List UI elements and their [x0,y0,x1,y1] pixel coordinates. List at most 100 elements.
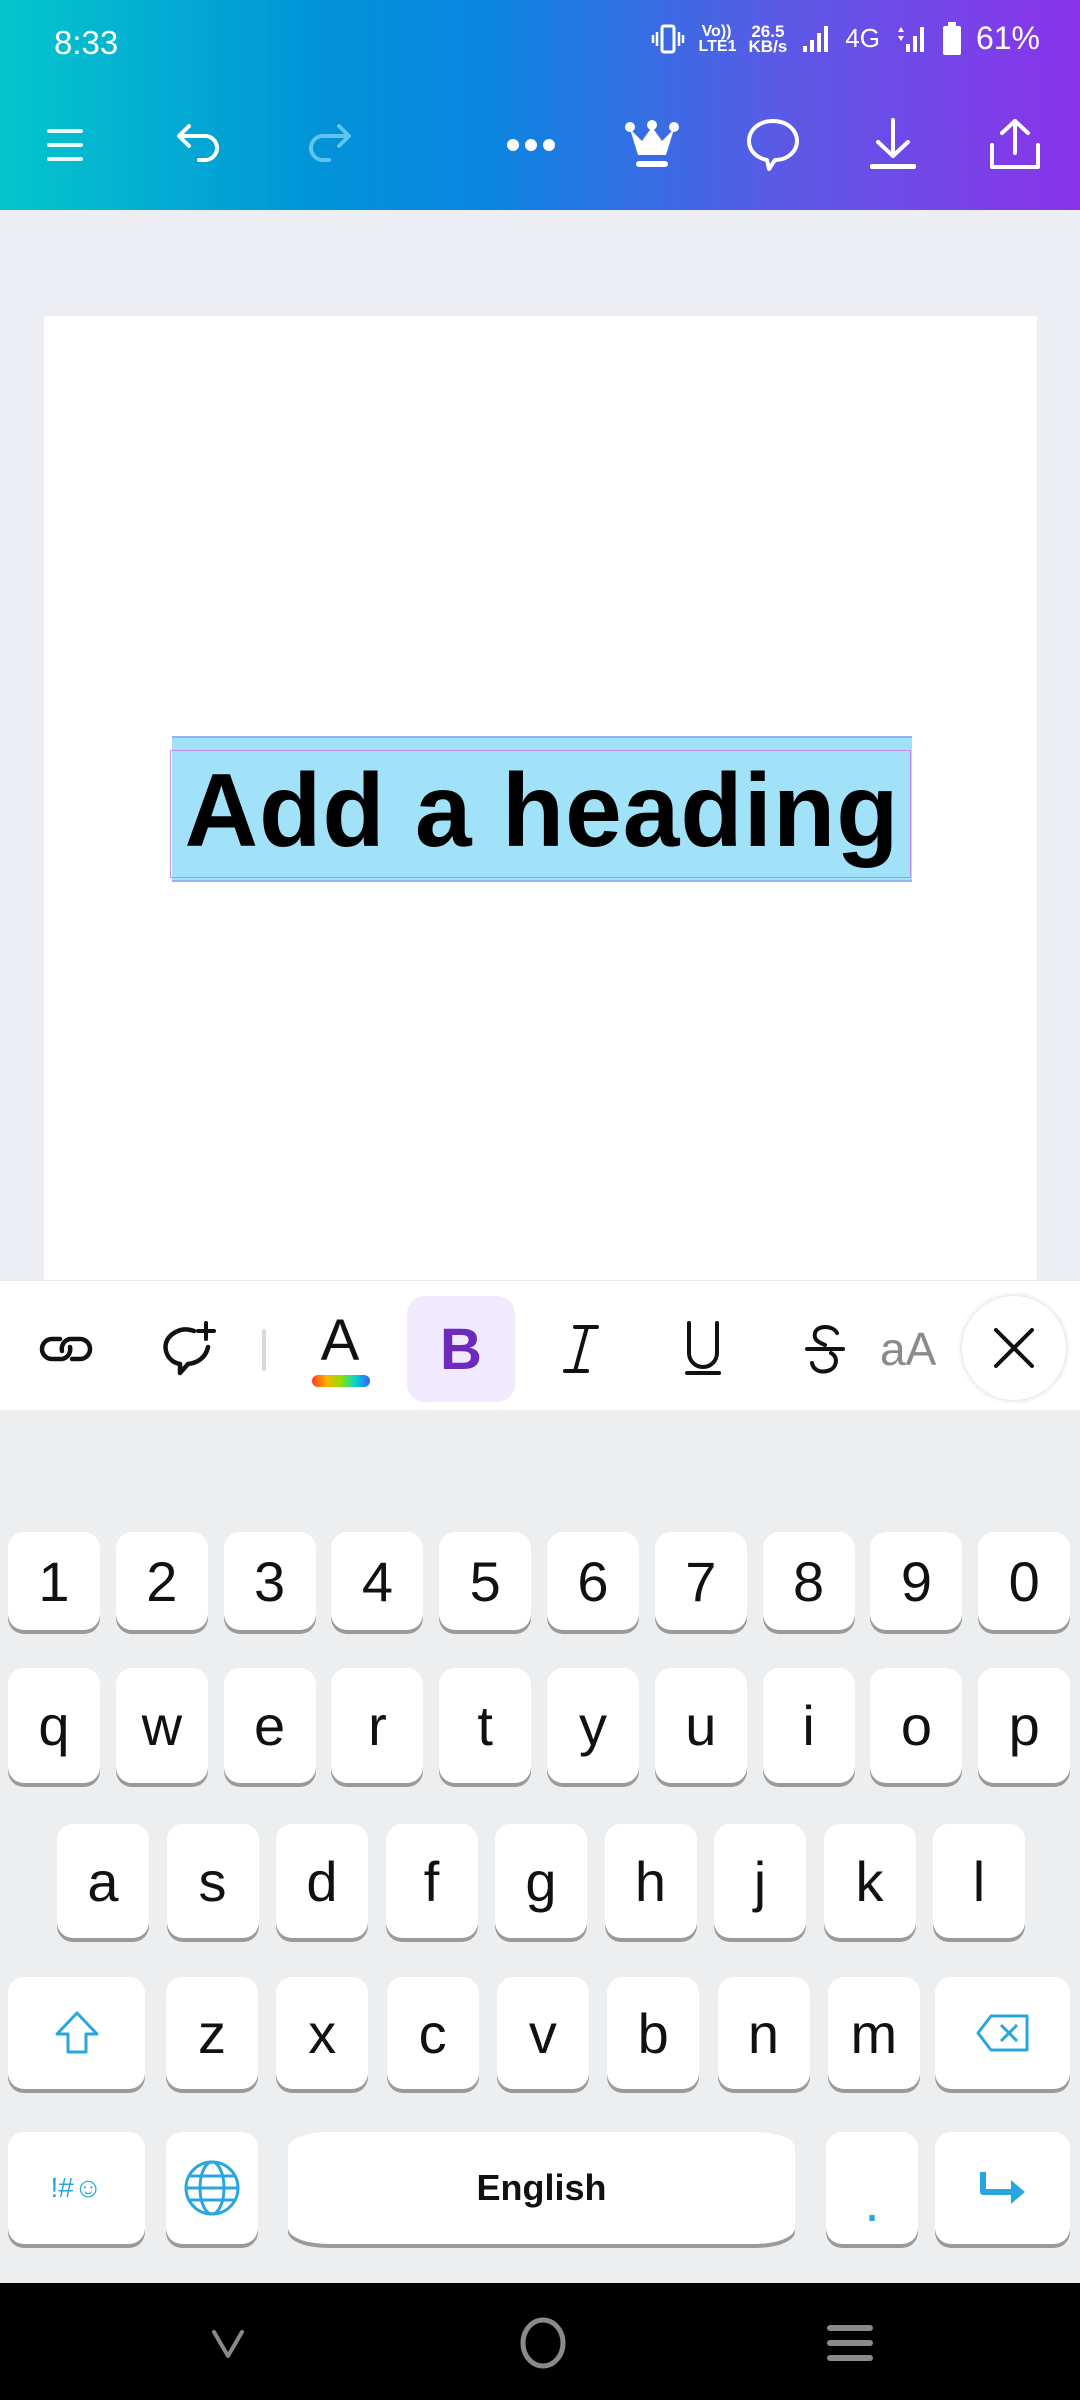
vibrate-icon [651,24,684,53]
more-button[interactable] [486,100,576,190]
text-color-button[interactable]: A [286,1296,394,1402]
system-nav-bar [0,2283,1080,2400]
strikethrough-button[interactable] [771,1296,879,1402]
key-u[interactable]: u [654,1668,747,1783]
menu-button[interactable] [20,100,110,190]
key-c[interactable]: c [386,1977,479,2089]
nav-home-button[interactable] [493,2303,593,2383]
key-p[interactable]: p [978,1668,1071,1783]
period-key[interactable]: . [826,2132,918,2244]
key-t[interactable]: t [439,1668,532,1783]
key-o[interactable]: o [870,1668,963,1783]
enter-key[interactable] [935,2132,1070,2244]
key-v[interactable]: v [496,1977,589,2089]
strikethrough-icon [805,1325,845,1374]
key-q[interactable]: q [8,1668,100,1783]
case-icon: aA [880,1323,937,1375]
color-rainbow-swatch [312,1375,370,1387]
bold-icon: B [440,1316,482,1382]
nav-back-button[interactable] [178,2303,278,2383]
link-icon [39,1336,93,1362]
key-b[interactable]: b [607,1977,700,2089]
key-g[interactable]: g [495,1824,587,1938]
close-icon [994,1328,1034,1368]
key-z[interactable]: z [166,1977,258,2089]
key-0[interactable]: 0 [978,1532,1071,1630]
key-m[interactable]: m [827,1977,920,2089]
backspace-key[interactable] [935,1977,1070,2089]
key-7[interactable]: 7 [654,1532,747,1630]
key-4[interactable]: 4 [331,1532,424,1630]
key-k[interactable]: k [823,1824,916,1938]
key-e[interactable]: e [223,1668,316,1783]
share-button[interactable] [970,100,1060,190]
key-5[interactable]: 5 [439,1532,532,1630]
download-icon [870,118,916,169]
key-8[interactable]: 8 [762,1532,855,1630]
share-icon [990,119,1040,169]
key-s[interactable]: s [166,1824,259,1938]
enter-icon [979,2172,1025,2204]
key-d[interactable]: d [276,1824,368,1938]
key-y[interactable]: y [547,1668,639,1783]
recents-icon [827,2325,873,2361]
add-comment-button[interactable] [134,1296,242,1402]
battery-icon [942,21,961,55]
comment-button[interactable] [728,100,818,190]
crown-icon [625,120,679,167]
symbols-emoji-key[interactable]: !#☺ [8,2132,145,2244]
language-key[interactable] [166,2132,258,2244]
heading-text-element[interactable]: Add a heading [179,746,904,876]
key-r[interactable]: r [331,1668,424,1783]
redo-button[interactable] [283,100,373,190]
key-w[interactable]: w [115,1668,208,1783]
space-key[interactable]: English [288,2132,795,2244]
key-9[interactable]: 9 [870,1532,963,1630]
signal-icon [803,25,829,52]
text-format-toolbar: A B aA [0,1280,1080,1411]
toolbar-divider [262,1329,266,1371]
key-3[interactable]: 3 [223,1532,316,1630]
key-n[interactable]: n [717,1977,810,2089]
underline-icon [685,1321,721,1375]
backspace-icon [976,2014,1028,2052]
status-bar: 8:33 Vo)) LTE1 26.5 KB/s 4G 61% [0,0,1080,90]
redo-icon [309,124,351,162]
network-type: 4G [845,23,880,53]
app-header: 8:33 Vo)) LTE1 26.5 KB/s 4G 61% [0,0,1080,210]
nav-recents-button[interactable] [800,2303,900,2383]
key-i[interactable]: i [762,1668,855,1783]
home-circle-icon [520,2317,566,2369]
bold-button[interactable]: B [407,1296,515,1402]
underline-button[interactable] [649,1296,757,1402]
shift-key[interactable] [8,1977,145,2089]
undo-button[interactable] [155,100,245,190]
italic-icon [563,1325,599,1373]
menu-icon [47,129,83,161]
signal-data-icon [897,26,924,52]
premium-button[interactable] [607,100,697,190]
key-2[interactable]: 2 [115,1532,208,1630]
key-l[interactable]: l [933,1824,1025,1938]
shift-icon [55,2011,98,2054]
soft-keyboard: !#☺ English . 1234567890 qwertyuiop asdfgh… [0,1410,1080,2283]
status-time: 8:33 [54,24,119,61]
key-f[interactable]: f [385,1824,478,1938]
key-h[interactable]: h [604,1824,697,1938]
key-j[interactable]: j [714,1824,806,1938]
battery-percent: 61% [975,20,1040,56]
key-a[interactable]: a [57,1824,149,1938]
add-comment-icon [163,1321,216,1376]
key-6[interactable]: 6 [547,1532,639,1630]
key-1[interactable]: 1 [8,1532,100,1630]
more-icon [507,139,555,151]
close-format-toolbar-button[interactable] [962,1296,1066,1400]
download-button[interactable] [848,100,938,190]
editor-toolbar [0,100,1080,190]
chevron-down-icon [212,2330,244,2358]
link-button[interactable] [12,1296,120,1402]
italic-button[interactable] [527,1296,635,1402]
design-page[interactable]: Add a heading [44,316,1037,1280]
case-button[interactable]: aA [880,1296,950,1402]
key-x[interactable]: x [276,1977,369,2089]
